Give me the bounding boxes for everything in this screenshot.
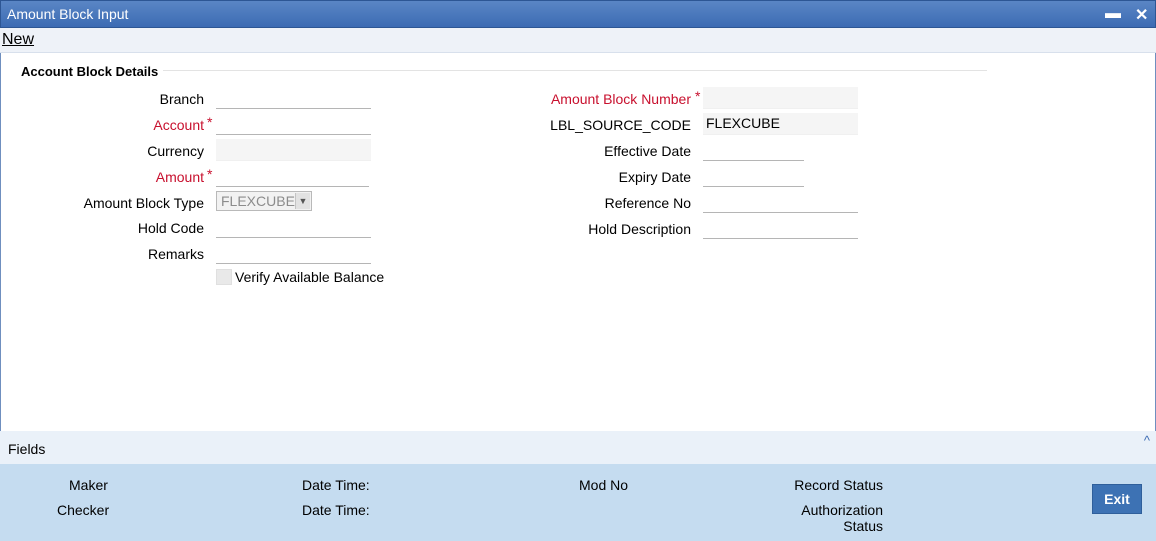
amount-label: Amount — [155, 169, 204, 185]
branch-label: Branch — [159, 91, 204, 107]
checker-label: Checker — [57, 502, 110, 518]
remarks-field[interactable] — [216, 242, 371, 264]
maker-date-time-label: Date Time: — [302, 477, 370, 493]
amount-block-number-field[interactable] — [703, 87, 858, 109]
chevron-down-icon[interactable]: ▼ — [295, 193, 310, 209]
amount-block-number-label: Amount Block Number — [550, 91, 691, 107]
fields-bar-label: Fields — [8, 441, 46, 457]
exit-button[interactable]: Exit — [1092, 484, 1142, 514]
minimize-icon[interactable]: ▬ — [1105, 5, 1121, 23]
chevron-up-icon[interactable]: ^ — [1144, 433, 1150, 448]
source-code-field[interactable]: FLEXCUBE — [703, 113, 858, 135]
authorization-status-label-line1: Authorization — [801, 502, 883, 518]
account-field[interactable] — [216, 113, 371, 135]
amount-required-mark: * — [207, 166, 213, 182]
verify-balance-label: Verify Available Balance — [235, 269, 385, 285]
hold-code-field[interactable] — [216, 216, 371, 238]
new-link[interactable]: New — [2, 31, 34, 49]
hold-description-label: Hold Description — [588, 221, 691, 237]
toolbar: New — [0, 28, 1156, 53]
authorization-status-label-line2: Status — [843, 518, 883, 534]
hold-code-label: Hold Code — [137, 220, 204, 236]
expiry-date-label: Expiry Date — [618, 169, 691, 185]
window-title: Amount Block Input — [7, 6, 129, 22]
account-label: Account — [153, 117, 204, 133]
amount-field[interactable] — [216, 165, 369, 187]
fields-bar[interactable]: Fields ^ — [0, 431, 1156, 464]
remarks-label: Remarks — [147, 246, 204, 262]
section-title: Account Block Details — [21, 64, 159, 79]
reference-no-label: Reference No — [604, 195, 691, 211]
source-code-label: LBL_SOURCE_CODE — [550, 117, 691, 133]
branch-field[interactable] — [216, 87, 371, 109]
account-required-mark: * — [207, 114, 213, 130]
amount-block-type-value: FLEXCUBE — [221, 193, 295, 209]
section-divider — [21, 70, 987, 71]
expiry-date-field[interactable] — [703, 165, 804, 187]
close-icon[interactable]: ✕ — [1135, 5, 1148, 25]
effective-date-field[interactable] — [703, 139, 804, 161]
amount-block-type-select[interactable]: FLEXCUBE ▼ — [216, 191, 312, 211]
currency-field[interactable] — [216, 139, 371, 161]
verify-balance-checkbox[interactable] — [216, 269, 232, 285]
audit-footer: Maker Checker Date Time: Date Time: Mod … — [0, 464, 1156, 541]
checker-date-time-label: Date Time: — [302, 502, 370, 518]
amount-block-type-label: Amount Block Type — [83, 195, 204, 211]
mod-no-label: Mod No — [579, 477, 629, 493]
currency-label: Currency — [147, 143, 204, 159]
amount-block-number-required-mark: * — [695, 88, 701, 104]
window-title-bar: Amount Block Input ▬ ✕ — [0, 0, 1156, 28]
hold-description-field[interactable] — [703, 217, 858, 239]
record-status-label: Record Status — [794, 477, 883, 493]
reference-no-field[interactable] — [703, 191, 858, 213]
maker-label: Maker — [69, 477, 108, 493]
effective-date-label: Effective Date — [604, 143, 691, 159]
